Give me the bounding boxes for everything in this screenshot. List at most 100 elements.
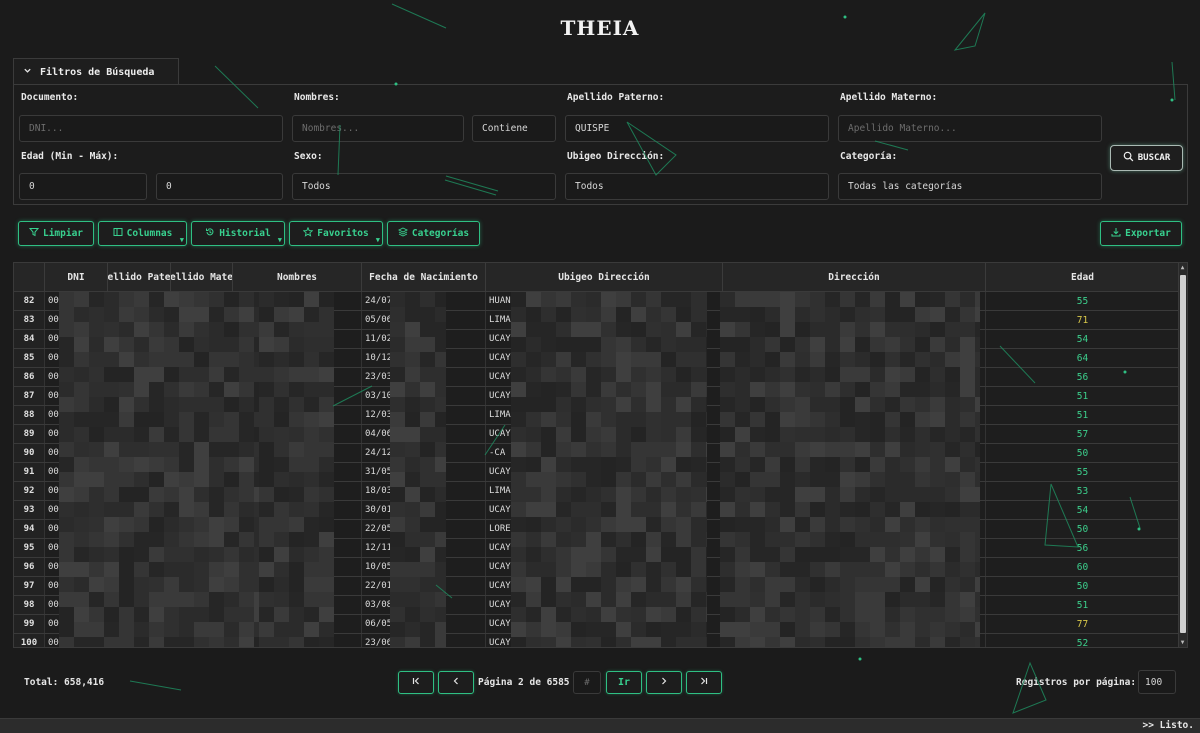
star-icon bbox=[302, 226, 314, 240]
cell-edad: 56 bbox=[986, 539, 1180, 557]
historial-button[interactable]: Historial ▼ bbox=[191, 221, 285, 246]
history-icon bbox=[205, 227, 215, 240]
columnas-button[interactable]: Columnas ▼ bbox=[98, 221, 187, 246]
chevron-left-icon bbox=[451, 676, 461, 689]
row-number: 94 bbox=[14, 520, 45, 538]
filters-panel: Documento: Nombres: Contiene Apellido Pa… bbox=[13, 84, 1188, 205]
status-bar: >> Listo. bbox=[0, 718, 1200, 733]
app-title: THEIA bbox=[560, 16, 640, 40]
filters-toggle-label: Filtros de Búsqueda bbox=[40, 66, 155, 78]
row-number: 83 bbox=[14, 311, 45, 329]
page-indicator: Página 2 de 6585 bbox=[478, 677, 570, 688]
categorias-label: Categorías bbox=[411, 228, 470, 239]
download-icon bbox=[1111, 227, 1121, 240]
documento-input[interactable] bbox=[19, 115, 283, 142]
row-number: 95 bbox=[14, 539, 45, 557]
nombres-input[interactable] bbox=[292, 115, 464, 142]
column-header-direccion[interactable]: Dirección bbox=[723, 263, 986, 292]
exportar-button[interactable]: Exportar bbox=[1100, 221, 1182, 246]
nombres-mode-select[interactable]: Contiene bbox=[472, 115, 556, 142]
row-number-header bbox=[14, 263, 45, 292]
redacted-area bbox=[511, 292, 707, 647]
apellido-materno-input[interactable] bbox=[838, 115, 1102, 142]
cell-edad: 50 bbox=[986, 577, 1180, 595]
historial-label: Historial bbox=[219, 228, 271, 239]
favoritos-button[interactable]: Favoritos ▼ bbox=[289, 221, 383, 246]
buscar-label: BUSCAR bbox=[1137, 153, 1171, 163]
row-number: 87 bbox=[14, 387, 45, 405]
cell-edad: 53 bbox=[986, 482, 1180, 500]
first-page-button[interactable] bbox=[398, 671, 434, 694]
row-number: 89 bbox=[14, 425, 45, 443]
last-page-button[interactable] bbox=[686, 671, 722, 694]
cell-edad: 77 bbox=[986, 615, 1180, 633]
cell-edad: 52 bbox=[986, 634, 1180, 647]
column-header-nombres[interactable]: Nombres bbox=[233, 263, 362, 292]
columns-icon bbox=[113, 227, 123, 240]
edad-max-input[interactable] bbox=[156, 173, 283, 200]
column-header-apellido-materno[interactable]: ellido Mate bbox=[171, 263, 233, 292]
scroll-down-icon[interactable]: ▼ bbox=[1178, 638, 1187, 647]
documento-label: Documento: bbox=[21, 92, 79, 103]
cell-edad: 54 bbox=[986, 330, 1180, 348]
apellido-paterno-input[interactable] bbox=[565, 115, 829, 142]
apellido-paterno-label: Apellido Paterno: bbox=[567, 92, 665, 103]
column-header-ubigeo[interactable]: Ubigeo Dirección bbox=[486, 263, 723, 292]
row-number: 100 bbox=[14, 634, 45, 647]
favoritos-label: Favoritos bbox=[317, 228, 369, 239]
prev-page-button[interactable] bbox=[438, 671, 474, 694]
column-header-apellido-paterno[interactable]: ellido Pate bbox=[108, 263, 171, 292]
next-page-button[interactable] bbox=[646, 671, 682, 694]
edad-min-input[interactable] bbox=[19, 173, 147, 200]
redacted-area bbox=[720, 292, 980, 647]
filter-icon bbox=[28, 227, 40, 240]
ubigeo-label: Ubigeo Dirección: bbox=[567, 151, 665, 162]
limpiar-button[interactable]: Limpiar bbox=[18, 221, 94, 246]
sexo-label: Sexo: bbox=[294, 151, 323, 162]
table-header: DNI ellido Pate ellido Mate Nombres Fech… bbox=[14, 263, 1180, 292]
row-number: 96 bbox=[14, 558, 45, 576]
limpiar-label: Limpiar bbox=[42, 228, 84, 239]
categoria-select[interactable]: Todas las categorías bbox=[838, 173, 1102, 200]
row-number: 82 bbox=[14, 292, 45, 310]
filters-toggle-button[interactable]: Filtros de Búsqueda bbox=[13, 58, 179, 85]
row-number: 98 bbox=[14, 596, 45, 614]
column-header-dni[interactable]: DNI bbox=[45, 263, 108, 292]
sexo-select[interactable]: Todos bbox=[292, 173, 556, 200]
cell-edad: 54 bbox=[986, 501, 1180, 519]
categorias-button[interactable]: Categorías bbox=[387, 221, 480, 246]
buscar-button[interactable]: BUSCAR bbox=[1110, 145, 1183, 171]
page-number-input[interactable] bbox=[573, 671, 601, 694]
chevron-right-icon bbox=[659, 676, 669, 689]
search-icon bbox=[1123, 151, 1134, 165]
cell-edad: 55 bbox=[986, 292, 1180, 310]
column-header-edad[interactable]: Edad bbox=[986, 263, 1180, 292]
per-page-label: Registros por página: bbox=[1016, 677, 1137, 688]
cell-edad: 51 bbox=[986, 596, 1180, 614]
cell-edad: 51 bbox=[986, 387, 1180, 405]
apellido-materno-label: Apellido Materno: bbox=[840, 92, 938, 103]
per-page-input[interactable] bbox=[1138, 670, 1176, 694]
row-number: 92 bbox=[14, 482, 45, 500]
redacted-area bbox=[59, 292, 259, 647]
cell-edad: 57 bbox=[986, 425, 1180, 443]
go-page-button[interactable]: Ir bbox=[606, 671, 642, 694]
row-number: 97 bbox=[14, 577, 45, 595]
results-table: DNI ellido Pate ellido Mate Nombres Fech… bbox=[13, 262, 1188, 648]
caret-down-icon: ▼ bbox=[277, 236, 282, 244]
column-header-fecha-nacimiento[interactable]: Fecha de Nacimiento bbox=[362, 263, 486, 292]
cell-edad: 60 bbox=[986, 558, 1180, 576]
scroll-up-icon[interactable]: ▲ bbox=[1178, 263, 1187, 272]
cell-edad: 55 bbox=[986, 463, 1180, 481]
layers-icon bbox=[397, 227, 408, 240]
redacted-area bbox=[390, 292, 446, 647]
ubigeo-select[interactable]: Todos bbox=[565, 173, 829, 200]
caret-down-icon: ▼ bbox=[375, 236, 380, 244]
cell-edad: 64 bbox=[986, 349, 1180, 367]
scrollbar-thumb[interactable] bbox=[1180, 275, 1186, 633]
row-number: 93 bbox=[14, 501, 45, 519]
row-number: 86 bbox=[14, 368, 45, 386]
cell-edad: 50 bbox=[986, 444, 1180, 462]
cell-edad: 71 bbox=[986, 311, 1180, 329]
table-scrollbar[interactable]: ▲ ▼ bbox=[1178, 263, 1187, 647]
